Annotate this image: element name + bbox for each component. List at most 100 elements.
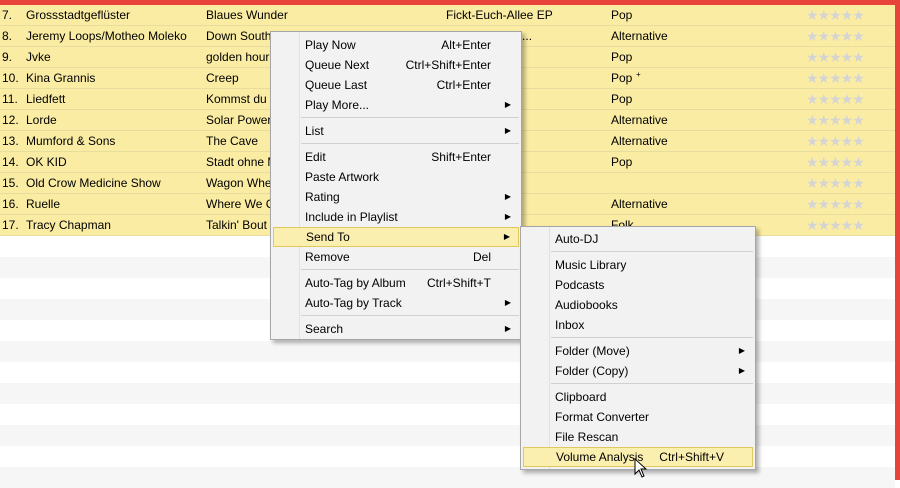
track-genre: Pop — [611, 92, 633, 106]
rating-stars[interactable]: ★★★★★ — [806, 89, 886, 109]
submenu-arrow-icon: ▶ — [504, 212, 511, 221]
track-artist: Mumford & Sons — [26, 134, 116, 148]
track-number: 11. — [2, 92, 18, 106]
menu-item-queue-next[interactable]: Queue Next Ctrl+Shift+Enter — [273, 55, 519, 75]
menu-item-play-more[interactable]: Play More... ▶ — [273, 95, 519, 115]
menu-item-label: Rating — [305, 190, 340, 204]
menu-item-label: Edit — [305, 150, 326, 164]
rating-stars[interactable]: ★★★★★ — [806, 215, 886, 235]
window-right-accent — [895, 5, 900, 480]
empty-row — [0, 425, 895, 446]
menu-item-label: Folder (Copy) — [555, 364, 629, 378]
menu-item-auto-tag-by-album[interactable]: Auto-Tag by Album Ctrl+Shift+T — [273, 273, 519, 293]
menu-separator — [301, 117, 519, 118]
track-number: 15. — [2, 176, 19, 190]
menu-item-remove[interactable]: Remove Del — [273, 247, 519, 267]
track-artist: Jvke — [26, 50, 51, 64]
track-artist: Tracy Chapman — [26, 218, 111, 232]
menu-item-format-converter[interactable]: Format Converter — [523, 407, 753, 427]
track-artist: Jeremy Loops/Motheo Moleko — [26, 29, 187, 43]
empty-row — [0, 362, 895, 383]
menu-item-queue-last[interactable]: Queue Last Ctrl+Enter — [273, 75, 519, 95]
track-number: 8. — [2, 29, 13, 43]
track-genre: Alternative — [611, 113, 668, 127]
track-number: 13. — [2, 134, 19, 148]
context-menu: Play Now Alt+Enter Queue Next Ctrl+Shift+En… — [270, 31, 522, 340]
menu-item-music-library[interactable]: Music Library — [523, 255, 753, 275]
menu-item-play-now[interactable]: Play Now Alt+Enter — [273, 35, 519, 55]
rating-stars[interactable]: ★★★★★ — [806, 131, 886, 151]
track-number: 10. — [2, 71, 19, 85]
menu-item-label: Audiobooks — [555, 298, 618, 312]
track-album: Fickt-Euch-Allee EP — [446, 8, 553, 22]
empty-row — [0, 467, 895, 488]
menu-item-auto-tag-by-track[interactable]: Auto-Tag by Track ▶ — [273, 293, 519, 313]
track-number: 9. — [2, 50, 13, 64]
menu-item-label: Volume Analysis — [556, 450, 644, 464]
rating-stars[interactable]: ★★★★★ — [806, 5, 886, 25]
rating-stars[interactable]: ★★★★★ — [806, 110, 886, 130]
submenu-arrow-icon: ▶ — [504, 324, 511, 333]
track-artist: Lorde — [26, 113, 57, 127]
menu-item-inbox[interactable]: Inbox — [523, 315, 753, 335]
menu-item-shortcut: Ctrl+Shift+Enter — [405, 58, 491, 72]
track-genre: Pop — [611, 155, 633, 169]
rating-stars[interactable]: ★★★★★ — [806, 26, 886, 46]
menu-item-label: Clipboard — [555, 390, 607, 404]
menu-item-rating[interactable]: Rating ▶ — [273, 187, 519, 207]
rating-stars[interactable]: ★★★★★ — [806, 173, 886, 193]
menu-item-label: Queue Next — [305, 58, 370, 72]
submenu-arrow-icon: ▶ — [738, 366, 745, 375]
menu-item-search[interactable]: Search ▶ — [273, 319, 519, 339]
menu-item-folder-move[interactable]: Folder (Move) ▶ — [523, 341, 753, 361]
menu-item-include-in-playlist[interactable]: Include in Playlist ▶ — [273, 207, 519, 227]
menu-item-label: Inbox — [555, 318, 585, 332]
send-to-submenu: Auto-DJ Music Library Podcasts Audiobooks In… — [520, 226, 756, 470]
menu-item-label: Paste Artwork — [305, 170, 380, 184]
track-title: Blaues Wunder — [206, 8, 288, 22]
rating-stars[interactable]: ★★★★★ — [806, 68, 886, 88]
genre-marker: + — [636, 70, 641, 79]
menu-item-label: Folder (Move) — [555, 344, 630, 358]
track-genre: Alternative — [611, 29, 668, 43]
menu-item-edit[interactable]: Edit Shift+Enter — [273, 147, 519, 167]
menu-separator — [301, 143, 519, 144]
table-row[interactable]: 7. Grossstadtgeflüster Blaues Wunder Fickt-… — [0, 5, 895, 26]
menu-item-shortcut: Alt+Enter — [441, 38, 491, 52]
track-artist: Old Crow Medicine Show — [26, 176, 161, 190]
menu-item-label: Format Converter — [555, 410, 650, 424]
empty-row — [0, 404, 895, 425]
menu-item-shortcut: Del — [472, 250, 491, 264]
menu-separator — [301, 269, 519, 270]
menu-item-paste-artwork[interactable]: Paste Artwork — [273, 167, 519, 187]
mouse-pointer-icon — [634, 458, 648, 478]
menu-item-send-to[interactable]: Send To ▶ — [273, 227, 519, 247]
track-number: 7. — [2, 8, 13, 22]
empty-row — [0, 341, 895, 362]
menu-item-auto-dj[interactable]: Auto-DJ — [523, 229, 753, 249]
submenu-arrow-icon: ▶ — [738, 346, 745, 355]
empty-row — [0, 383, 895, 404]
menu-item-folder-copy[interactable]: Folder (Copy) ▶ — [523, 361, 753, 381]
rating-stars[interactable]: ★★★★★ — [806, 152, 886, 172]
menu-item-label: Search — [305, 322, 344, 336]
track-artist: Liedfett — [26, 92, 66, 106]
menu-item-file-rescan[interactable]: File Rescan — [523, 427, 753, 447]
menu-item-clipboard[interactable]: Clipboard — [523, 387, 753, 407]
menu-item-audiobooks[interactable]: Audiobooks — [523, 295, 753, 315]
rating-stars[interactable]: ★★★★★ — [806, 47, 886, 67]
menu-item-list[interactable]: List ▶ — [273, 121, 519, 141]
track-number: 16. — [2, 197, 19, 211]
track-artist: OK KID — [26, 155, 67, 169]
track-genre — [611, 173, 791, 193]
menu-separator — [551, 251, 753, 252]
track-number: 14. — [2, 155, 19, 169]
menu-item-label: List — [305, 124, 324, 138]
menu-item-label: Send To — [306, 230, 350, 244]
rating-stars[interactable]: ★★★★★ — [806, 194, 886, 214]
track-artist: Kina Grannis — [26, 71, 96, 85]
submenu-arrow-icon: ▶ — [504, 126, 511, 135]
track-genre: Pop — [611, 8, 633, 22]
menu-item-podcasts[interactable]: Podcasts — [523, 275, 753, 295]
menu-item-shortcut: Ctrl+Shift+V — [659, 450, 724, 464]
